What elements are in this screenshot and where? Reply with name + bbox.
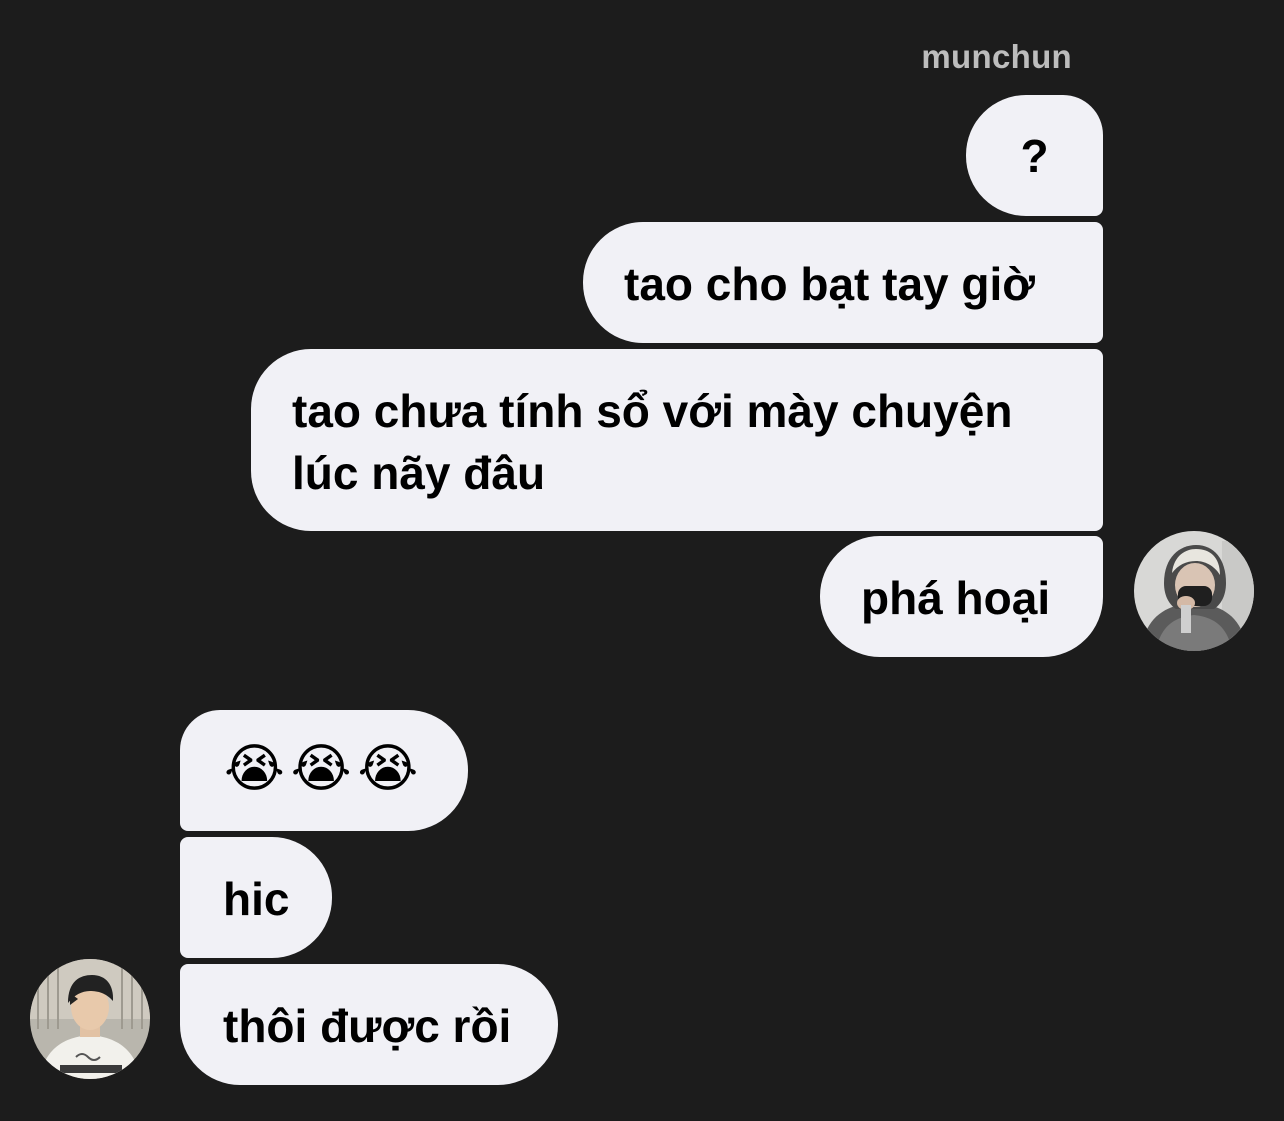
avatar-photo-icon [30, 959, 150, 1079]
message-text: hic [223, 873, 290, 925]
avatar-photo-icon [1134, 531, 1254, 651]
message-text-line: lúc nãy đâu [292, 447, 546, 499]
recipient-avatar[interactable] [30, 959, 150, 1079]
message-emoji: 😭😭😭 [224, 740, 425, 798]
message-bubble-incoming[interactable]: thôi được rồi [180, 964, 558, 1085]
message-bubble-outgoing[interactable]: phá hoại [820, 536, 1103, 657]
message-bubble-outgoing[interactable]: ? [966, 95, 1103, 216]
message-text: thôi được rồi [223, 1000, 512, 1052]
message-text: phá hoại [861, 572, 1051, 624]
sender-avatar[interactable] [1134, 531, 1254, 651]
message-text-line: tao chưa tính sổ với mày chuyện [292, 385, 1013, 437]
sender-name: munchun [921, 38, 1072, 75]
message-text: ? [1020, 130, 1049, 182]
message-bubble-outgoing[interactable]: tao chưa tính sổ với mày chuyện lúc nãy … [251, 349, 1103, 531]
message-bubble-incoming[interactable]: 😭😭😭 [180, 710, 468, 831]
message-bubble-incoming[interactable]: hic [180, 837, 332, 958]
message-bubble-outgoing[interactable]: tao cho bạt tay giờ [583, 222, 1103, 343]
message-text: tao cho bạt tay giờ [624, 258, 1035, 310]
